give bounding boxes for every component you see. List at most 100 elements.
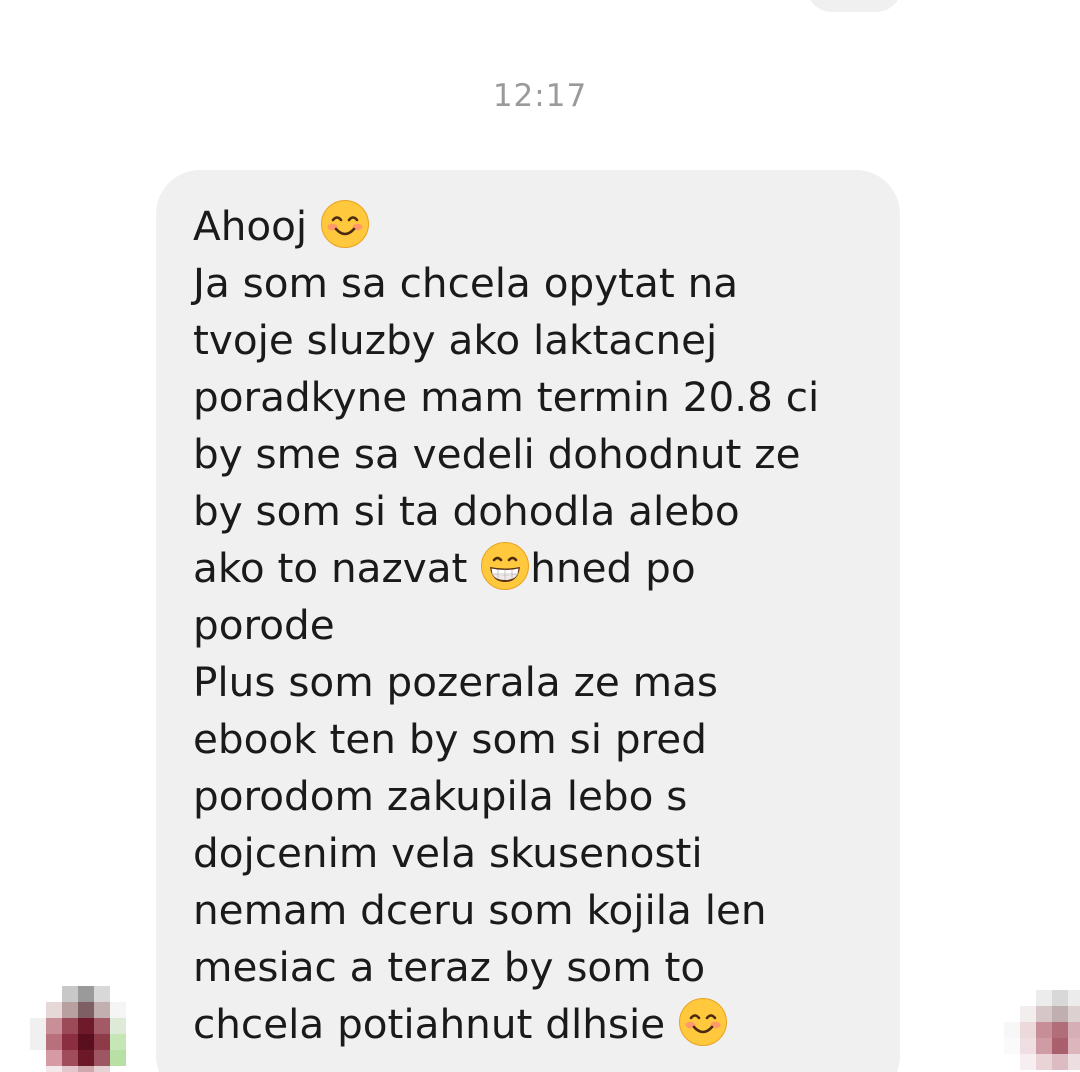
sender-avatar[interactable] (30, 986, 126, 1072)
message-line: dojcenim vela skusenosti (193, 825, 873, 882)
message-line-text: mesiac a teraz by som to (193, 943, 706, 991)
avatar-pixel (78, 986, 94, 1002)
message-line-text: by sme sa vedeli dohodnut ze (193, 430, 801, 478)
message-line: ebook ten by som si pred (193, 711, 873, 768)
message-line-text: nemam dceru som kojila len (193, 886, 767, 934)
avatar-pixel (94, 1034, 110, 1050)
avatar-pixel (110, 986, 126, 1002)
avatar-pixel (30, 1018, 46, 1034)
previous-message-bubble[interactable] (806, 0, 902, 12)
avatar-pixel (1052, 1022, 1068, 1038)
message-line-text: porode (193, 601, 335, 649)
message-line-text: tvoje sluzby ako laktacnej (193, 316, 718, 364)
avatar-pixel (30, 1050, 46, 1066)
avatar-pixel (78, 1034, 94, 1050)
avatar-pixel (1068, 1006, 1080, 1022)
avatar-pixel (78, 1066, 94, 1072)
avatar-pixel (110, 1066, 126, 1072)
avatar-pixel (46, 1066, 62, 1072)
message-line-text: Ja som sa chcela opytat na (193, 259, 739, 307)
avatar-pixel (110, 1018, 126, 1034)
message-line: Ahooj (193, 198, 873, 255)
avatar-pixel (62, 986, 78, 1002)
avatar-pixel (30, 986, 46, 1002)
avatar-pixel (78, 1002, 94, 1018)
message-line: poradkyne mam termin 20.8 ci (193, 369, 873, 426)
avatar-pixel (94, 1066, 110, 1072)
message-line: by sme sa vedeli dohodnut ze (193, 426, 873, 483)
avatar-pixel (110, 1002, 126, 1018)
message-line: nemam dceru som kojila len (193, 882, 873, 939)
avatar-pixel (94, 986, 110, 1002)
avatar-pixel (30, 1034, 46, 1050)
avatar-pixel (1052, 990, 1068, 1006)
message-line: chcela potiahnut dlhsie (193, 996, 873, 1053)
avatar-pixel (78, 1050, 94, 1066)
avatar-pixel (94, 1018, 110, 1034)
message-line: porode (193, 597, 873, 654)
avatar-pixel (1004, 1038, 1020, 1054)
avatar-pixel (1068, 1022, 1080, 1038)
avatar-pixel (1036, 1022, 1052, 1038)
smiling-face-with-smiling-eyes-icon (320, 199, 370, 249)
avatar-pixel (1020, 1038, 1036, 1054)
message-line-text: ebook ten by som si pred (193, 715, 707, 763)
avatar-pixel (1068, 990, 1080, 1006)
avatar-pixel (1036, 1038, 1052, 1054)
avatar-pixel (1020, 1006, 1036, 1022)
message-line: by som si ta dohodla alebo (193, 483, 873, 540)
avatar-pixel (1052, 1006, 1068, 1022)
avatar-pixel (1036, 1006, 1052, 1022)
message-text: Ahooj Ja som sa chcela opytat na tvoje sl… (193, 198, 873, 1053)
avatar-pixel (62, 1018, 78, 1034)
avatar-pixel (62, 1066, 78, 1072)
avatar-pixel (1036, 1054, 1052, 1070)
avatar-pixel (1068, 1038, 1080, 1054)
message-line-text: hned po (530, 544, 696, 592)
message-line: porodom zakupila lebo s (193, 768, 873, 825)
avatar-pixel (62, 1050, 78, 1066)
smiling-face-with-smiling-eyes-icon (678, 997, 728, 1047)
message-line-text: poradkyne mam termin 20.8 ci (193, 373, 820, 421)
message-line: Ja som sa chcela opytat na (193, 255, 873, 312)
avatar-pixel (1020, 990, 1036, 1006)
message-line-text: chcela potiahnut dlhsie (193, 1000, 679, 1048)
avatar-pixel (30, 1002, 46, 1018)
avatar-pixel (1004, 1022, 1020, 1038)
avatar-pixel (110, 1034, 126, 1050)
avatar-pixel (46, 1034, 62, 1050)
avatar-pixel (1004, 1006, 1020, 1022)
avatar-pixel (46, 986, 62, 1002)
message-line-text: Plus som pozerala ze mas (193, 658, 719, 706)
message-line: mesiac a teraz by som to (193, 939, 873, 996)
avatar-pixel (1052, 1054, 1068, 1070)
avatar-pixel (94, 1002, 110, 1018)
avatar-pixel (1036, 990, 1052, 1006)
avatar-pixel (1004, 1054, 1020, 1070)
avatar-pixel (110, 1050, 126, 1066)
avatar-pixel (46, 1002, 62, 1018)
avatar-pixel (1052, 1038, 1068, 1054)
avatar-pixel (30, 1066, 46, 1072)
avatar-pixel (94, 1050, 110, 1066)
avatar-pixel (46, 1050, 62, 1066)
avatar-pixel (46, 1018, 62, 1034)
avatar-pixel (1020, 1022, 1036, 1038)
avatar-pixel (1004, 990, 1020, 1006)
message-line-text: by som si ta dohodla alebo (193, 487, 740, 535)
message-line: Plus som pozerala ze mas (193, 654, 873, 711)
avatar-pixel (1068, 1054, 1080, 1070)
chat-screen: 12:17 Ahooj Ja som sa chcela opytat na tv… (0, 0, 1080, 1072)
message-timestamp: 12:17 (492, 78, 588, 114)
message-line-text: porodom zakupila lebo s (193, 772, 688, 820)
message-line-text: ako to nazvat (193, 544, 481, 592)
message-line-text: dojcenim vela skusenosti (193, 829, 703, 877)
grinning-face-icon (480, 541, 530, 591)
message-line: tvoje sluzby ako laktacnej (193, 312, 873, 369)
message-line: ako to nazvat hned po (193, 540, 873, 597)
avatar-pixel (1020, 1054, 1036, 1070)
avatar-pixel (62, 1002, 78, 1018)
own-avatar[interactable] (1004, 990, 1080, 1072)
message-line-text: Ahooj (193, 202, 321, 250)
avatar-pixel (78, 1018, 94, 1034)
